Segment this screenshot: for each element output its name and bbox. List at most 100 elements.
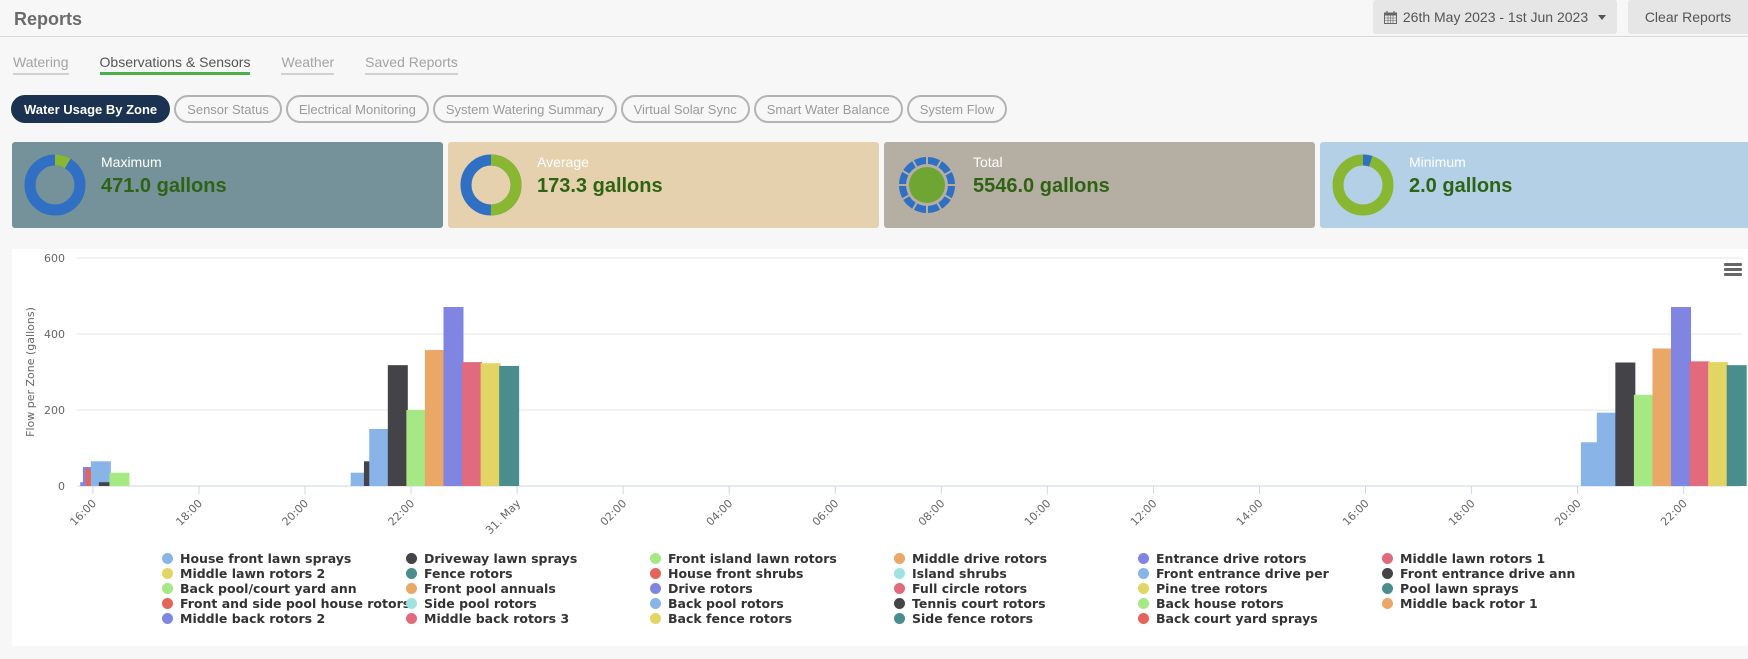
pill-electrical-monitoring[interactable]: Electrical Monitoring [285, 95, 429, 123]
legend-label: Front entrance drive ann [1400, 565, 1576, 581]
bar[interactable] [387, 365, 408, 486]
clear-reports-button[interactable]: Clear Reports [1628, 0, 1748, 34]
x-tick-label: 20:00 [1552, 497, 1584, 529]
bar[interactable] [462, 362, 483, 486]
legend-item[interactable]: Fence rotors [406, 565, 650, 581]
x-tick-label: 06:00 [810, 497, 842, 529]
bar[interactable] [109, 472, 130, 486]
bar[interactable] [480, 363, 501, 486]
tab-saved-reports[interactable]: Saved Reports [365, 54, 458, 75]
legend-item[interactable]: Middle lawn rotors 1 [1382, 550, 1626, 566]
legend-label: Middle lawn rotors 1 [1400, 550, 1546, 566]
average-donut-icon [460, 154, 522, 216]
legend-dot-icon [1138, 582, 1149, 594]
y-axis-label: Flow per Zone (gallons) [24, 307, 37, 437]
legend-item[interactable]: Middle back rotors 3 [406, 610, 650, 626]
bar[interactable] [1726, 365, 1747, 486]
legend-label: Drive rotors [668, 580, 753, 596]
legend-item[interactable]: Pine tree rotors [1138, 581, 1382, 596]
legend-label: Back pool/court yard ann [180, 580, 357, 596]
x-tick-label: 08:00 [916, 497, 948, 529]
pill-water-usage-by-zone[interactable]: Water Usage By Zone [11, 95, 171, 123]
maximum-donut-icon [24, 154, 86, 216]
legend-item[interactable]: Entrance drive rotors [1138, 551, 1382, 566]
card-value: 471.0 gallons [101, 175, 227, 197]
bar[interactable] [424, 349, 445, 486]
legend-label: Middle drive rotors [912, 550, 1048, 566]
tab-watering[interactable]: Watering [13, 54, 69, 75]
legend-item[interactable]: Front and side pool house rotors [162, 596, 410, 611]
legend-label: Middle back rotors 3 [424, 610, 570, 626]
legend-item[interactable]: Side fence rotors [894, 611, 1138, 626]
legend-dot-icon [894, 597, 905, 609]
water-usage-chart: 0 200 400 600 Flow per Zone (gallons) 16:00 18… [12, 249, 1748, 646]
tab-observations-sensors[interactable]: Observations & Sensors [99, 54, 251, 75]
bar[interactable] [443, 307, 464, 486]
total-gear-donut-icon [897, 155, 957, 215]
legend-item[interactable]: Back house rotors [1138, 596, 1382, 611]
card-maximum: Maximum 471.0 gallons [12, 142, 443, 228]
bar[interactable] [406, 410, 427, 486]
pill-system-watering-summary[interactable]: System Watering Summary [432, 95, 617, 123]
x-tick-label: 22:00 [386, 497, 418, 529]
date-range-label: 26th May 2023 - 1st Jun 2023 [1402, 9, 1589, 25]
legend-item[interactable]: Middle back rotors 2 [162, 611, 406, 626]
bar[interactable] [1652, 348, 1673, 486]
legend-item[interactable]: House front shrubs [650, 566, 894, 581]
pill-virtual-solar-sync[interactable]: Virtual Solar Sync [620, 95, 750, 123]
legend-dot-icon [650, 612, 661, 624]
legend-item[interactable]: Back pool/court yard ann [162, 580, 406, 596]
legend-label: Back pool rotors [668, 595, 784, 611]
legend-item[interactable]: Middle lawn rotors 2 [162, 566, 406, 581]
legend-label: Back court yard sprays [1156, 610, 1318, 626]
legend-dot-icon [406, 552, 417, 564]
legend-item[interactable]: Full circle rotors [894, 581, 1138, 596]
pill-sensor-status[interactable]: Sensor Status [174, 95, 282, 123]
calendar-icon [1383, 10, 1397, 24]
legend-item[interactable]: Front entrance drive per [1138, 566, 1382, 581]
legend-item[interactable]: Back fence rotors [650, 610, 894, 626]
legend-dot-icon [406, 612, 417, 624]
x-tick-label: 16:00 [1340, 497, 1372, 529]
x-tick-label: 18:00 [1446, 497, 1478, 529]
legend-item[interactable]: Drive rotors [650, 580, 894, 596]
legend-item[interactable]: Front island lawn rotors [650, 551, 894, 566]
legend-dot-icon [650, 567, 661, 579]
y-tick-label: 400 [44, 328, 65, 341]
legend-dot-icon [1138, 552, 1149, 564]
legend-item[interactable]: Tennis court rotors [894, 596, 1138, 611]
legend-item[interactable]: Front entrance drive ann [1382, 565, 1626, 581]
legend-item[interactable]: House front lawn sprays [162, 551, 406, 566]
card-value: 173.3 gallons [537, 175, 663, 197]
chart-legend: House front lawn sprays Driveway lawn spr… [162, 550, 1626, 626]
legend-item[interactable]: Driveway lawn sprays [406, 551, 650, 566]
legend-item[interactable]: Middle back rotor 1 [1382, 596, 1626, 611]
pill-smart-water-balance[interactable]: Smart Water Balance [753, 95, 903, 123]
bar[interactable] [499, 365, 520, 486]
chart-menu-icon[interactable] [1724, 263, 1742, 277]
legend-item[interactable]: Island shrubs [894, 566, 1138, 581]
bar[interactable] [1596, 412, 1617, 486]
legend-item[interactable]: Side pool rotors [406, 596, 650, 611]
bar[interactable] [1689, 361, 1710, 486]
tab-weather[interactable]: Weather [281, 54, 335, 75]
legend-item[interactable]: Pool lawn sprays [1382, 581, 1626, 596]
date-range-picker[interactable]: 26th May 2023 - 1st Jun 2023 [1373, 0, 1617, 34]
bar[interactable] [369, 429, 390, 486]
pill-system-flow[interactable]: System Flow [906, 95, 1008, 123]
bar[interactable] [1615, 362, 1636, 487]
legend-item[interactable]: Middle drive rotors [894, 550, 1138, 566]
bar[interactable] [1708, 362, 1729, 486]
bar[interactable] [1633, 394, 1654, 486]
legend-label: Fence rotors [424, 565, 513, 581]
x-tick-label: 20:00 [280, 497, 312, 529]
legend-item[interactable]: Back pool rotors [650, 595, 894, 611]
caret-down-icon [1598, 14, 1607, 20]
legend-dot-icon [162, 597, 173, 609]
report-tabs: Watering Observations & Sensors Weather … [13, 54, 458, 75]
legend-item[interactable]: Front pool annuals [406, 581, 650, 596]
legend-label: Back fence rotors [668, 610, 793, 626]
legend-dot-icon [650, 597, 661, 609]
legend-item[interactable]: Back court yard sprays [1138, 610, 1382, 626]
bar[interactable] [1671, 307, 1692, 486]
